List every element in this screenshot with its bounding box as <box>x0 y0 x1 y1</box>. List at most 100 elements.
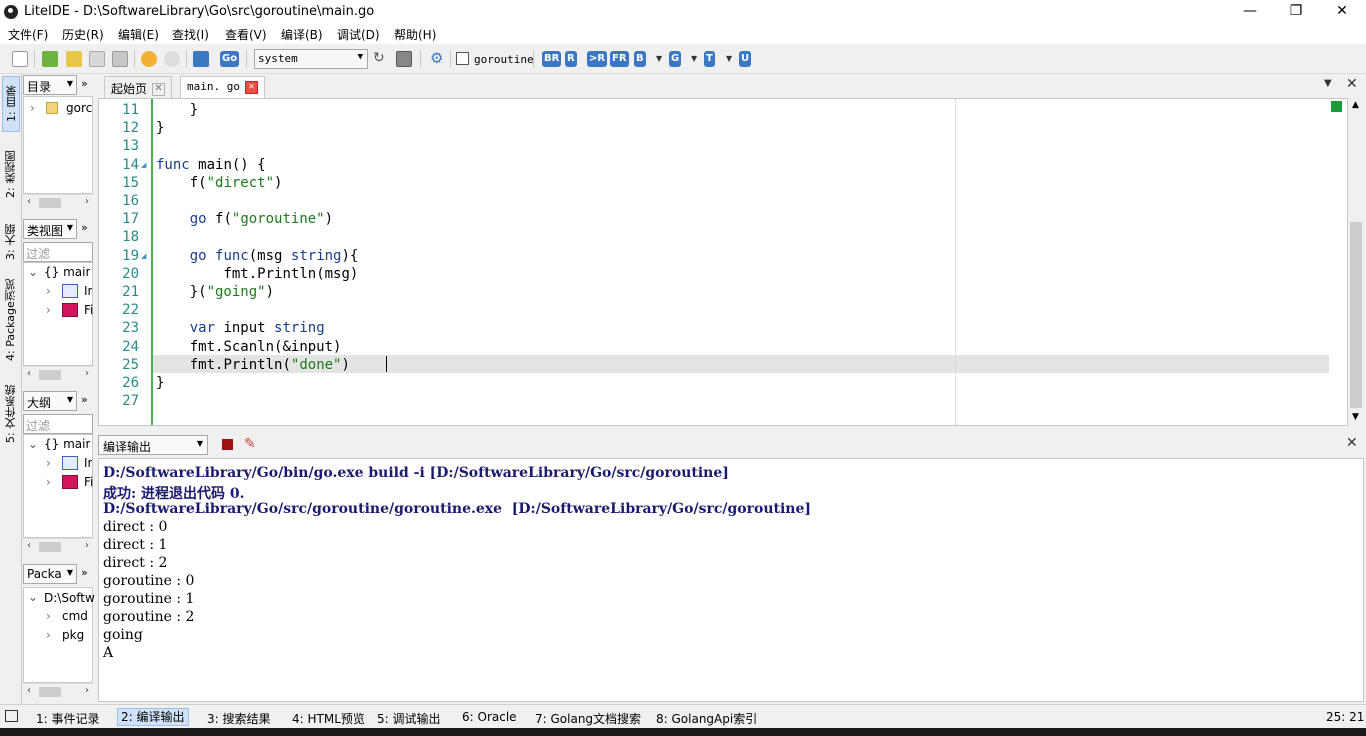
forward-icon[interactable] <box>164 51 180 67</box>
status-tab-events[interactable]: 1: 事件记录 <box>36 710 100 727</box>
chevron-right-icon[interactable]: › <box>30 101 35 115</box>
menu-find[interactable]: 查找(I) <box>172 26 209 43</box>
chevron-down-icon[interactable]: ⌄ <box>28 265 38 279</box>
menu-file[interactable]: 文件(F) <box>8 26 48 43</box>
tree-item-main[interactable]: {} mair <box>44 437 90 451</box>
status-tab-search-results[interactable]: 3: 搜索结果 <box>207 710 271 727</box>
tree-item-imports[interactable]: Ir <box>84 456 92 470</box>
status-tab-golang-api[interactable]: 8: GolangApi索引 <box>656 710 757 727</box>
tree-item-imports[interactable]: Ir <box>84 284 92 298</box>
status-tab-golang-doc[interactable]: 7: Golang文档搜索 <box>535 710 641 727</box>
outline-panel-select[interactable]: 大纲 ▼ <box>23 391 77 411</box>
chevron-down-icon[interactable]: ⌄ <box>28 590 38 604</box>
tree-item-root[interactable]: D:\Softw <box>44 591 95 605</box>
editor-vscroll[interactable]: ▲ ▼ <box>1348 98 1364 426</box>
close-output-icon[interactable]: ✕ <box>1346 435 1358 451</box>
run-button[interactable]: R <box>565 51 577 67</box>
status-tab-html-preview[interactable]: 4: HTML预览 <box>292 710 365 727</box>
classview-hscroll[interactable]: ‹ › <box>23 366 93 382</box>
tree-item-goroutine[interactable]: gorc <box>66 101 92 115</box>
status-tab-debug-output[interactable]: 5: 调试输出 <box>377 710 441 727</box>
run-term-button[interactable]: >R <box>587 51 608 67</box>
dir-hscroll[interactable]: ‹ › <box>23 194 93 210</box>
back-icon[interactable] <box>141 51 157 67</box>
more-icon[interactable]: » <box>81 77 88 90</box>
new-file-icon[interactable] <box>12 51 28 67</box>
dir-panel-select[interactable]: 目录 ▼ <box>23 75 77 95</box>
get-dropdown-icon[interactable]: ▼ <box>691 54 697 63</box>
chevron-right-icon[interactable]: › <box>46 609 51 623</box>
tab-outline[interactable]: 3: 大纲 <box>2 216 20 268</box>
tab-start-page[interactable]: 起始页 ✕ <box>104 76 173 98</box>
build-run-button[interactable]: BR <box>542 51 562 67</box>
tree-item-funcs[interactable]: Fi <box>84 475 93 489</box>
menu-view[interactable]: 查看(V) <box>225 26 267 43</box>
chevron-right-icon[interactable]: › <box>46 284 51 298</box>
menu-history[interactable]: 历史(R) <box>62 26 104 43</box>
chevron-down-icon[interactable]: ⌄ <box>28 437 38 451</box>
tab-main-go[interactable]: main. go ✕ <box>180 76 265 98</box>
tab-package[interactable]: 4: Package浏览 <box>2 272 20 368</box>
test-dropdown-icon[interactable]: ▼ <box>726 54 732 63</box>
goroutine-checkbox[interactable] <box>456 52 469 65</box>
file-run-button[interactable]: FR <box>610 51 629 67</box>
close-editor-icon[interactable]: ✕ <box>1346 76 1358 92</box>
terminal-icon[interactable] <box>396 51 412 67</box>
open-file-icon[interactable] <box>42 51 58 67</box>
environment-select[interactable]: system ▼ <box>254 49 368 69</box>
tab-directory[interactable]: 1: 目录 <box>2 76 20 132</box>
go-button[interactable]: Go <box>220 51 240 67</box>
minimize-button[interactable]: — <box>1227 0 1273 24</box>
gear-icon[interactable]: ⚙ <box>430 51 446 67</box>
build-button[interactable]: B <box>634 51 646 67</box>
scroll-up-icon[interactable]: ▲ <box>1352 100 1359 110</box>
toggle-panels-icon[interactable] <box>5 710 18 722</box>
test-button[interactable]: T <box>704 51 715 67</box>
fold-marker-icon[interactable]: ◢ <box>141 161 146 169</box>
restore-button[interactable]: ❐ <box>1273 0 1319 24</box>
outline-hscroll[interactable]: ‹ › <box>23 538 93 554</box>
menu-edit[interactable]: 编辑(E) <box>118 26 159 43</box>
package-panel-select[interactable]: Packa ▼ <box>23 564 77 584</box>
tab-list-dropdown-icon[interactable]: ▼ <box>1324 78 1332 89</box>
chevron-right-icon[interactable]: › <box>46 475 51 489</box>
fold-marker-icon[interactable]: ◢ <box>141 252 146 260</box>
clear-icon[interactable]: ✎ <box>244 436 256 452</box>
build-output-console[interactable]: D:/SoftwareLibrary/Go/bin/go.exe build -… <box>98 458 1364 702</box>
scroll-down-icon[interactable]: ▼ <box>1352 412 1359 422</box>
more-icon[interactable]: » <box>81 221 88 234</box>
classview-filter-input[interactable]: 过滤 <box>23 242 93 262</box>
tree-item-funcs[interactable]: Fi <box>84 303 93 317</box>
tree-item-main[interactable]: {} mair <box>44 265 90 279</box>
menu-help[interactable]: 帮助(H) <box>394 26 436 43</box>
chevron-right-icon[interactable]: › <box>46 628 51 642</box>
output-select[interactable]: 编译输出 ▼ <box>98 435 208 455</box>
menu-build[interactable]: 编译(B) <box>281 26 323 43</box>
home-icon[interactable] <box>193 51 209 67</box>
save-icon[interactable] <box>89 51 105 67</box>
scroll-thumb[interactable] <box>1350 222 1362 408</box>
tab-classview[interactable]: 2: 类视图 <box>2 136 20 212</box>
tree-item-pkg[interactable]: pkg <box>62 628 84 642</box>
chevron-right-icon[interactable]: › <box>46 303 51 317</box>
status-tab-build-output[interactable]: 2: 编译输出 <box>117 708 189 726</box>
get-button[interactable]: G <box>669 51 682 67</box>
close-window-button[interactable]: ✕ <box>1319 0 1365 24</box>
build-dropdown-icon[interactable]: ▼ <box>656 54 662 63</box>
close-tab-icon[interactable]: ✕ <box>152 83 166 96</box>
save-all-icon[interactable] <box>112 51 128 67</box>
stop-icon[interactable] <box>222 439 233 450</box>
refresh-icon[interactable]: ↻ <box>373 51 389 67</box>
tab-filesystem[interactable]: 5: 文件系统 <box>2 372 20 456</box>
more-icon[interactable]: » <box>81 393 88 406</box>
open-folder-icon[interactable] <box>66 51 82 67</box>
update-button[interactable]: U <box>739 51 752 67</box>
classview-panel-select[interactable]: 类视图 ▼ <box>23 219 77 239</box>
code-editor[interactable]: 11 12 13 14 ◢ 15 16 17 18 19 ◢ 20 21 22 23 24 25 26 27 }} f… <box>98 98 1348 426</box>
chevron-right-icon[interactable]: › <box>46 456 51 470</box>
outline-filter-input[interactable]: 过滤 <box>23 414 93 434</box>
package-hscroll[interactable]: ‹ › <box>23 683 93 699</box>
tree-item-cmd[interactable]: cmd <box>62 609 88 623</box>
more-icon[interactable]: » <box>81 566 88 579</box>
close-tab-icon[interactable]: ✕ <box>244 80 258 94</box>
